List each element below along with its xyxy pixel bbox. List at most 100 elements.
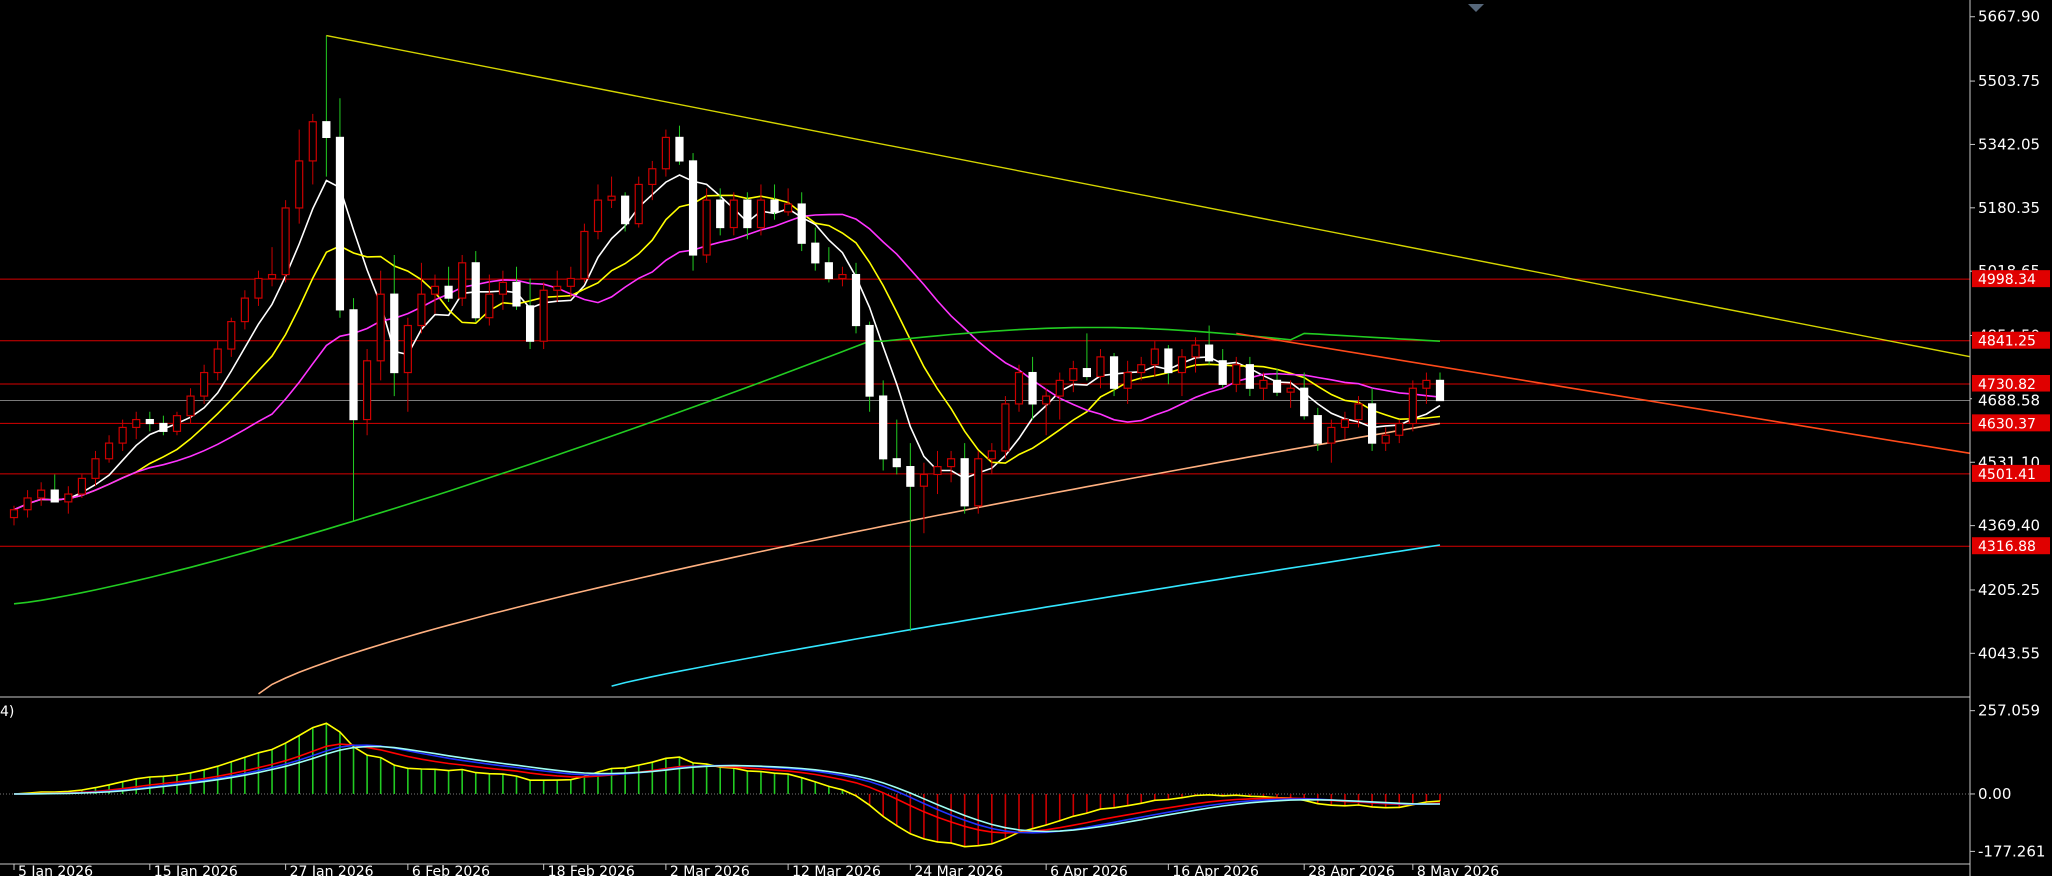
candle-body (1232, 364, 1241, 385)
price-tick-label: 4043.55 (1978, 644, 2040, 662)
price-tick-label: 5667.90 (1978, 8, 2040, 26)
candle-body (295, 160, 304, 209)
candle-body (363, 360, 372, 421)
candle-body (539, 289, 548, 342)
candle-body (213, 348, 222, 374)
candle-body (349, 309, 358, 421)
candle-body (104, 442, 114, 460)
candle-body (1218, 360, 1227, 385)
indicator-tick-label: -177.261 (1978, 842, 2045, 860)
candle-body (1191, 344, 1200, 358)
candle-body (1381, 434, 1390, 444)
candle-body (1286, 387, 1295, 393)
candle-body (906, 466, 915, 487)
date-tick-label: 2 Mar 2026 (670, 864, 750, 876)
date-tick-label: 8 May 2026 (1417, 864, 1499, 876)
date-tick-label: 27 Jan 2026 (290, 864, 374, 876)
price-tick-label: 5342.05 (1978, 135, 2040, 153)
candle-body (390, 293, 399, 374)
signal-slow-line (13, 744, 1441, 834)
candle-body (865, 324, 874, 397)
candle-body (1245, 364, 1254, 389)
level-label: 4841.25 (1978, 334, 2036, 350)
candle-body (37, 489, 46, 499)
candle-body (824, 262, 833, 280)
macd-indicator (0, 722, 1970, 848)
candle-body (784, 203, 793, 213)
candle-body (132, 418, 141, 429)
candle-body (987, 450, 996, 460)
candle-body (444, 285, 453, 299)
candle-body (485, 293, 494, 319)
candle-body (634, 183, 643, 225)
candle-body (811, 242, 820, 264)
candle-body (281, 207, 290, 276)
candle-body (471, 262, 480, 319)
candle-body (621, 195, 630, 225)
price-chart: 4) 5667.905503.755342.055180.355018.6548… (0, 0, 2050, 876)
candle-body (1354, 403, 1363, 421)
date-tick-label: 12 Mar 2026 (792, 864, 881, 876)
candle-body (919, 473, 929, 487)
candle-body (1123, 371, 1132, 389)
descending-trendline (1236, 332, 1971, 455)
candle-body (91, 458, 100, 479)
candle-body (580, 230, 589, 280)
candle-body (1109, 356, 1119, 389)
level-label: 4998.34 (1978, 272, 2036, 288)
date-tick-label: 24 Mar 2026 (914, 864, 1003, 876)
price-tick-label: 5503.75 (1978, 72, 2040, 90)
date-tick-label: 15 Jan 2026 (154, 864, 238, 876)
candle-body (1014, 371, 1024, 405)
resistance-trendline (326, 34, 1971, 358)
candle-body (403, 324, 412, 374)
candle-body (186, 395, 195, 417)
date-tick-label: 5 Jan 2026 (18, 864, 93, 876)
price-tick-label: 5180.35 (1978, 199, 2040, 217)
candle-body (729, 199, 738, 229)
candle-body (200, 371, 209, 397)
candle-body (1069, 368, 1078, 381)
moving-averages (13, 174, 1441, 695)
level-label: 4630.37 (1978, 416, 2036, 432)
candle-body (1164, 348, 1173, 374)
candle-body (512, 281, 521, 307)
date-tick-label: 6 Apr 2026 (1050, 864, 1128, 876)
candle-body (23, 497, 32, 511)
candle-body (716, 199, 725, 229)
scroll-marker-icon[interactable] (1468, 4, 1484, 12)
candle-body (1300, 387, 1309, 417)
axes: 4) 5667.905503.755342.055180.355018.6548… (0, 0, 2050, 876)
date-tick-label: 6 Feb 2026 (412, 864, 490, 876)
candle-body (1435, 379, 1445, 402)
candle-body (892, 458, 901, 468)
candle-body (1422, 379, 1431, 389)
candle-body (1055, 379, 1064, 397)
candle-body (1028, 371, 1037, 405)
candle-body (960, 458, 969, 507)
candle-body (77, 477, 87, 495)
candle-body (1177, 356, 1187, 374)
candle-body (417, 293, 426, 327)
candle-body (838, 273, 847, 280)
indicator-tick-label: 0.00 (1978, 785, 2011, 803)
candle-body (525, 305, 535, 342)
candle-body (498, 281, 508, 295)
price-tick-label: 4369.40 (1978, 517, 2040, 535)
date-tick-label: 28 Apr 2026 (1308, 864, 1395, 876)
candle-body (430, 285, 440, 295)
candle-body (661, 136, 670, 170)
indicator-tick-label: 257.059 (1978, 702, 2040, 720)
candle-body (240, 297, 249, 323)
candle-body (1150, 348, 1159, 366)
candle-body (1272, 379, 1282, 393)
candle-body (797, 203, 806, 244)
candle-body (118, 426, 127, 444)
candle-body (458, 262, 467, 299)
candle-body (974, 458, 983, 507)
level-label: 4316.88 (1978, 539, 2036, 555)
candle-body (1313, 415, 1322, 444)
candle-body (1096, 356, 1105, 378)
candle-body (770, 199, 779, 213)
candle-body (1082, 368, 1091, 378)
